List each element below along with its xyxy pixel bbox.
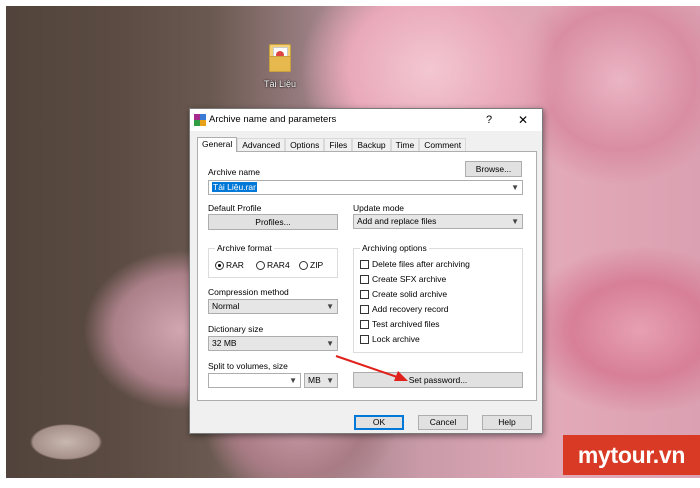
- dictionary-size-select[interactable]: 32 MB ▼: [208, 336, 338, 351]
- desktop-folder-tai-lieu[interactable]: Tài Liệu: [260, 42, 300, 89]
- tab-general[interactable]: General: [197, 137, 238, 152]
- checkbox-delete-files-label: Delete files after archiving: [372, 259, 470, 269]
- archive-name-value: Tài Liệu.rar: [212, 182, 257, 192]
- checkbox-create-sfx[interactable]: Create SFX archive: [360, 274, 446, 284]
- archive-name-input[interactable]: Tài Liệu.rar ▼: [208, 180, 523, 195]
- dialog-title: Archive name and parameters: [209, 114, 337, 125]
- checkbox-icon: [360, 304, 369, 314]
- checkbox-icon: [360, 319, 369, 329]
- update-mode-value: Add and replace files: [357, 216, 437, 226]
- archiving-options-label: Archiving options: [360, 243, 429, 253]
- help-icon[interactable]: ?: [481, 112, 497, 128]
- radio-selected-icon: [215, 260, 224, 270]
- compression-method-label: Compression method: [208, 287, 289, 297]
- dictionary-size-label: Dictionary size: [208, 324, 264, 334]
- archiving-options-group: Archiving options Delete files after arc…: [353, 243, 523, 353]
- dialog-titlebar[interactable]: Archive name and parameters ? ✕: [190, 109, 542, 131]
- chevron-down-icon: ▼: [326, 302, 334, 311]
- folder-icon: [267, 42, 293, 74]
- cancel-button[interactable]: Cancel: [418, 415, 468, 430]
- radio-rar[interactable]: RAR: [215, 260, 244, 270]
- chevron-down-icon: ▼: [511, 183, 519, 192]
- radio-unselected-icon: [256, 260, 265, 270]
- tab-comment[interactable]: Comment: [419, 138, 467, 152]
- browse-button[interactable]: Browse...: [465, 161, 522, 177]
- tab-files[interactable]: Files: [324, 138, 353, 152]
- checkbox-create-sfx-label: Create SFX archive: [372, 274, 447, 284]
- split-unit-value: MB: [308, 375, 321, 385]
- tab-time[interactable]: Time: [390, 138, 420, 152]
- update-mode-label: Update mode: [353, 203, 405, 213]
- image-border-left: [0, 0, 6, 488]
- archive-format-label: Archive format: [215, 243, 274, 253]
- checkbox-icon: [360, 334, 369, 344]
- tab-backup[interactable]: Backup: [352, 138, 391, 152]
- compression-method-select[interactable]: Normal ▼: [208, 299, 338, 314]
- radio-zip[interactable]: ZIP: [299, 260, 323, 270]
- radio-unselected-icon: [299, 260, 308, 270]
- compression-method-value: Normal: [212, 301, 240, 311]
- chevron-down-icon: ▼: [326, 339, 334, 348]
- update-mode-select[interactable]: Add and replace files ▼: [353, 214, 523, 229]
- checkbox-icon: [360, 289, 369, 299]
- annotation-arrow-icon: [335, 355, 408, 381]
- default-profile-label: Default Profile: [208, 203, 262, 213]
- chevron-down-icon: ▼: [289, 376, 297, 385]
- image-border-bottom: [0, 478, 700, 488]
- radio-rar4-label: RAR4: [267, 260, 290, 270]
- checkbox-test-archived-label: Test archived files: [372, 319, 440, 329]
- split-volumes-input[interactable]: ▼: [208, 373, 301, 388]
- checkbox-create-solid-label: Create solid archive: [372, 289, 448, 299]
- archive-format-group: Archive format RAR RAR4 ZIP: [208, 243, 338, 278]
- radio-rar-label: RAR: [226, 260, 244, 270]
- chevron-down-icon: ▼: [511, 217, 519, 226]
- profiles-button[interactable]: Profiles...: [208, 214, 338, 230]
- image-border-top: [0, 0, 700, 6]
- checkbox-create-solid[interactable]: Create solid archive: [360, 289, 447, 299]
- tab-options[interactable]: Options: [285, 138, 325, 152]
- ok-button[interactable]: OK: [354, 415, 404, 430]
- checkbox-recovery-record-label: Add recovery record: [372, 304, 449, 314]
- checkbox-lock-archive[interactable]: Lock archive: [360, 334, 420, 344]
- winrar-icon: [194, 114, 206, 126]
- dictionary-size-value: 32 MB: [212, 338, 237, 348]
- mytour-watermark: mytour.vn: [563, 435, 700, 475]
- split-volumes-label: Split to volumes, size: [208, 361, 288, 371]
- close-icon[interactable]: ✕: [515, 112, 531, 128]
- radio-zip-label: ZIP: [310, 260, 324, 270]
- checkbox-icon: [360, 259, 369, 269]
- archive-name-label: Archive name: [208, 167, 260, 177]
- checkbox-delete-files[interactable]: Delete files after archiving: [360, 259, 470, 269]
- tab-advanced[interactable]: Advanced: [237, 138, 286, 152]
- checkbox-recovery-record[interactable]: Add recovery record: [360, 304, 449, 314]
- desktop-icon-label: Tài Liệu: [263, 79, 297, 89]
- tab-bar: General Advanced Options Files Backup Ti…: [197, 137, 467, 152]
- checkbox-test-archived[interactable]: Test archived files: [360, 319, 440, 329]
- checkbox-icon: [360, 274, 369, 284]
- radio-rar4[interactable]: RAR4: [256, 260, 290, 270]
- checkbox-lock-archive-label: Lock archive: [372, 334, 420, 344]
- help-button[interactable]: Help: [482, 415, 532, 430]
